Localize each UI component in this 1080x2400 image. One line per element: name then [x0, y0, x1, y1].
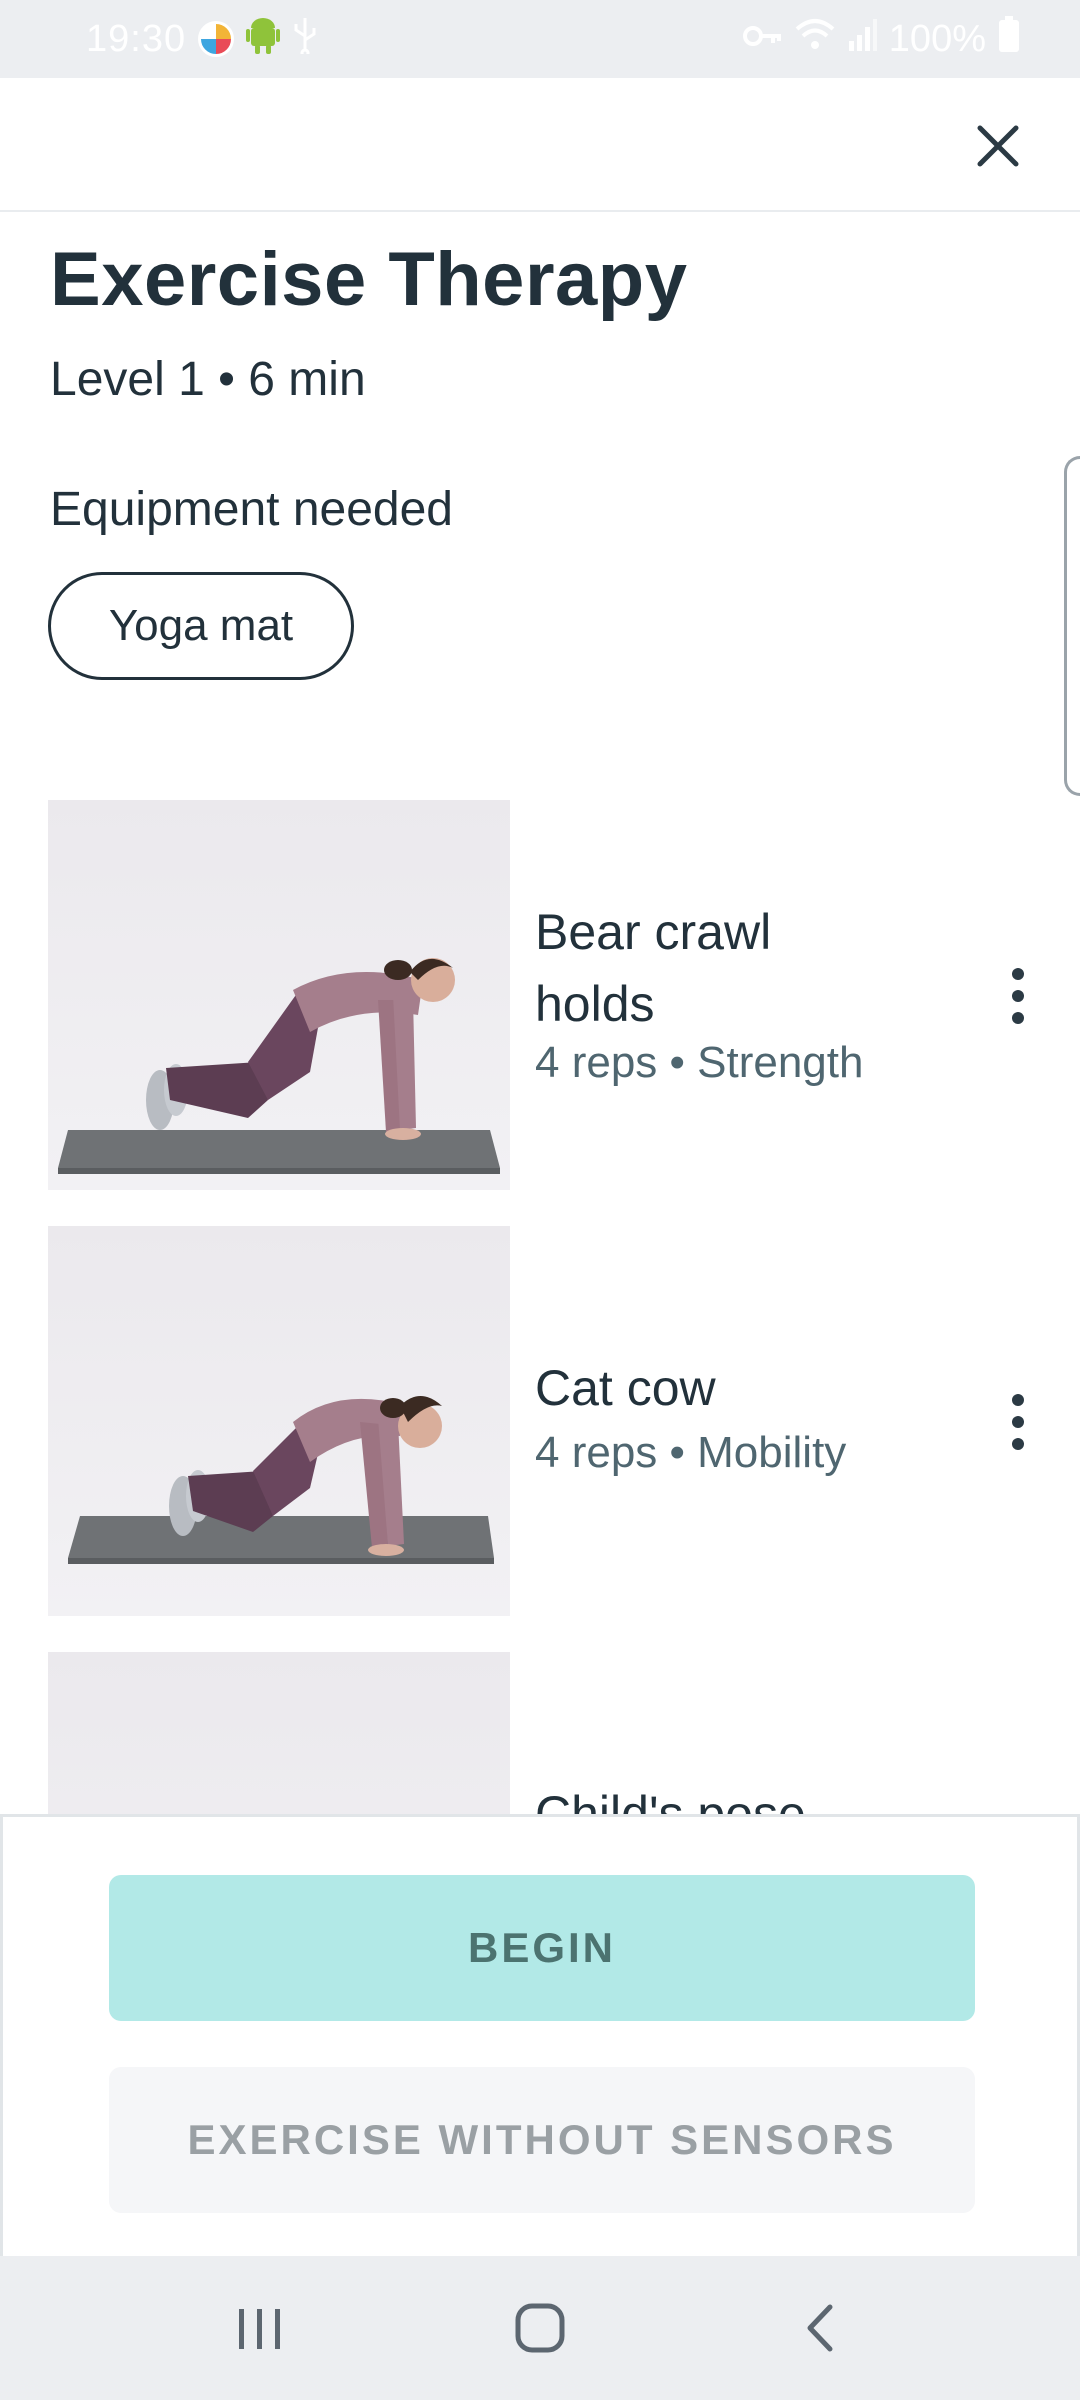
usb-icon — [292, 16, 318, 63]
exercise-name: Bear crawl holds — [535, 904, 772, 1032]
status-time: 19:30 — [86, 17, 187, 60]
equipment-heading: Equipment needed — [50, 483, 453, 536]
status-left: 19:30 — [86, 16, 318, 63]
exercise-meta: 4 reps • Strength — [535, 1038, 864, 1087]
recents-button[interactable] — [200, 2278, 320, 2378]
close-icon — [977, 125, 1019, 167]
system-nav-bar — [0, 2256, 1080, 2400]
battery-percent: 100% — [888, 17, 986, 60]
android-icon — [246, 16, 281, 63]
equipment-chip: Yoga mat — [48, 572, 354, 680]
begin-button[interactable]: BEGIN — [109, 1875, 975, 2021]
signal-icon — [847, 17, 877, 61]
back-icon — [807, 2304, 833, 2352]
exercise-thumbnail — [48, 1226, 510, 1616]
exercise-thumbnail — [48, 800, 510, 1190]
exercise-thumbnail — [48, 1652, 510, 1814]
home-icon — [515, 2303, 565, 2353]
exercise-item[interactable]: Child's pose — [48, 1652, 1048, 1814]
more-options-button[interactable] — [988, 956, 1048, 1036]
exercise-name: Child's pose — [535, 1786, 806, 1814]
key-icon — [742, 18, 783, 61]
close-button[interactable] — [966, 114, 1030, 178]
more-vertical-icon — [1012, 1394, 1024, 1450]
action-panel: BEGIN EXERCISE WITHOUT SENSORS — [0, 1814, 1080, 2256]
exercise-item[interactable]: Cat cow 4 reps • Mobility — [48, 1226, 1048, 1616]
wifi-icon — [795, 17, 835, 61]
status-right: 100% — [742, 16, 1020, 62]
workout-content[interactable]: Exercise Therapy Level 1 • 6 min Equipme… — [0, 212, 1080, 1814]
exercise-without-sensors-button[interactable]: EXERCISE WITHOUT SENSORS — [109, 2067, 975, 2213]
back-button[interactable] — [760, 2278, 880, 2378]
app-icon — [198, 21, 235, 57]
top-app-bar — [0, 78, 1080, 212]
scrollbar[interactable] — [1064, 456, 1080, 796]
exercise-meta: 4 reps • Mobility — [535, 1428, 847, 1477]
page-title: Exercise Therapy — [50, 237, 688, 322]
more-vertical-icon — [1012, 968, 1024, 1024]
workout-subtitle: Level 1 • 6 min — [50, 353, 366, 406]
battery-icon — [998, 16, 1020, 62]
home-button[interactable] — [480, 2278, 600, 2378]
exercise-item[interactable]: Bear crawl holds 4 reps • Strength — [48, 800, 1048, 1190]
exercise-name: Cat cow — [535, 1360, 716, 1416]
recents-icon — [239, 2309, 280, 2349]
more-options-button[interactable] — [988, 1382, 1048, 1462]
status-bar: 19:30 100% — [0, 0, 1080, 78]
